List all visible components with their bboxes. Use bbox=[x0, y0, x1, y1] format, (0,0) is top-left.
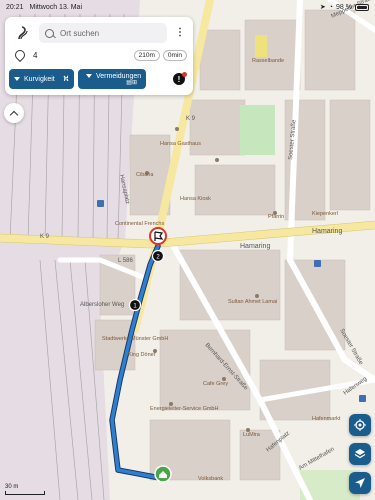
poi-label: Energieleiter-Service GmbH bbox=[150, 406, 218, 412]
poi-label: Cibaria bbox=[136, 172, 154, 178]
destination-flag-icon bbox=[149, 227, 167, 245]
street-label: K 9 bbox=[186, 116, 196, 122]
layers-icon bbox=[354, 449, 366, 459]
road-curve-icon: ⛕ bbox=[63, 74, 69, 83]
scale-bar: 30 m bbox=[5, 484, 45, 495]
locate-me-button[interactable] bbox=[349, 414, 371, 436]
collapse-panel-button[interactable] bbox=[4, 103, 24, 123]
street-label: Hamaring bbox=[240, 243, 270, 250]
poi-label: Pfarrin bbox=[268, 214, 284, 220]
start-home-icon bbox=[154, 465, 172, 483]
navigation-arrow-icon bbox=[355, 478, 365, 488]
destination-label[interactable]: 4 bbox=[33, 51, 37, 60]
more-menu-icon[interactable]: ⋮ bbox=[175, 28, 185, 38]
toll-booth-icon: ▤⊞ bbox=[126, 79, 137, 86]
poi-label: Stadtwerke Münster GmbH bbox=[102, 336, 168, 342]
search-icon bbox=[45, 28, 54, 38]
street-label: L 586 bbox=[118, 258, 133, 264]
poi-label: Kiepenkerl bbox=[312, 211, 338, 217]
poi-label: Rasselbande bbox=[252, 58, 284, 64]
route-distance: 210m bbox=[133, 49, 160, 61]
scale-label: 30 m bbox=[5, 484, 19, 490]
route-panel: Ort suchen ⋮ 4 210m 0min Kurvigkeit ⛕ Ve… bbox=[5, 17, 193, 95]
poi-label: Cafe Grey bbox=[203, 381, 228, 387]
scale-line bbox=[5, 491, 45, 495]
avoidances-button[interactable]: Vermeidungen ▤⊞ bbox=[78, 69, 146, 89]
poi-label: Hansa Kiosk bbox=[180, 196, 211, 202]
dropdown-icon bbox=[14, 77, 20, 81]
poi-label: Hafenmarkt bbox=[312, 416, 341, 422]
search-input[interactable]: Ort suchen bbox=[39, 23, 167, 43]
location-pin-icon bbox=[15, 50, 23, 60]
curviness-button[interactable]: Kurvigkeit ⛕ bbox=[9, 69, 74, 89]
dropdown-icon bbox=[86, 74, 92, 78]
poi-label: King Döner bbox=[128, 352, 156, 358]
route-duration: 0min bbox=[162, 49, 187, 61]
street-label: K 9 bbox=[40, 234, 50, 240]
warning-icon[interactable]: ! bbox=[173, 72, 187, 85]
crosshair-icon bbox=[354, 419, 366, 431]
route-logo-icon[interactable] bbox=[11, 22, 33, 44]
street-label: Albersloher Weg bbox=[80, 302, 124, 308]
status-date: Mittwoch 13. Mai bbox=[29, 3, 83, 11]
poi-label: LuMira bbox=[243, 432, 261, 438]
curviness-label: Kurvigkeit bbox=[24, 75, 55, 83]
navigate-button[interactable] bbox=[349, 472, 371, 494]
battery-icon bbox=[355, 3, 369, 11]
search-placeholder: Ort suchen bbox=[60, 28, 100, 38]
poi-label: Volksbank bbox=[198, 476, 223, 482]
battery-level: 98 % bbox=[336, 3, 352, 11]
poi-label: Hansa Gasthaus bbox=[160, 141, 201, 147]
location-arrow-icon: ➤ bbox=[319, 4, 326, 11]
status-time: 20:21 bbox=[6, 3, 24, 11]
poi-label: Continental Frenchs bbox=[115, 221, 164, 227]
poi-label: Sultan Ahmet Lamai bbox=[228, 299, 277, 305]
chevron-up-icon bbox=[9, 110, 19, 119]
wifi-icon: ◔ bbox=[328, 3, 334, 11]
map-layers-button[interactable] bbox=[349, 443, 371, 465]
status-bar: 20:21 Mittwoch 13. Mai ➤ ◔ 98 % bbox=[0, 0, 375, 14]
street-label: Hamaring bbox=[312, 228, 342, 235]
